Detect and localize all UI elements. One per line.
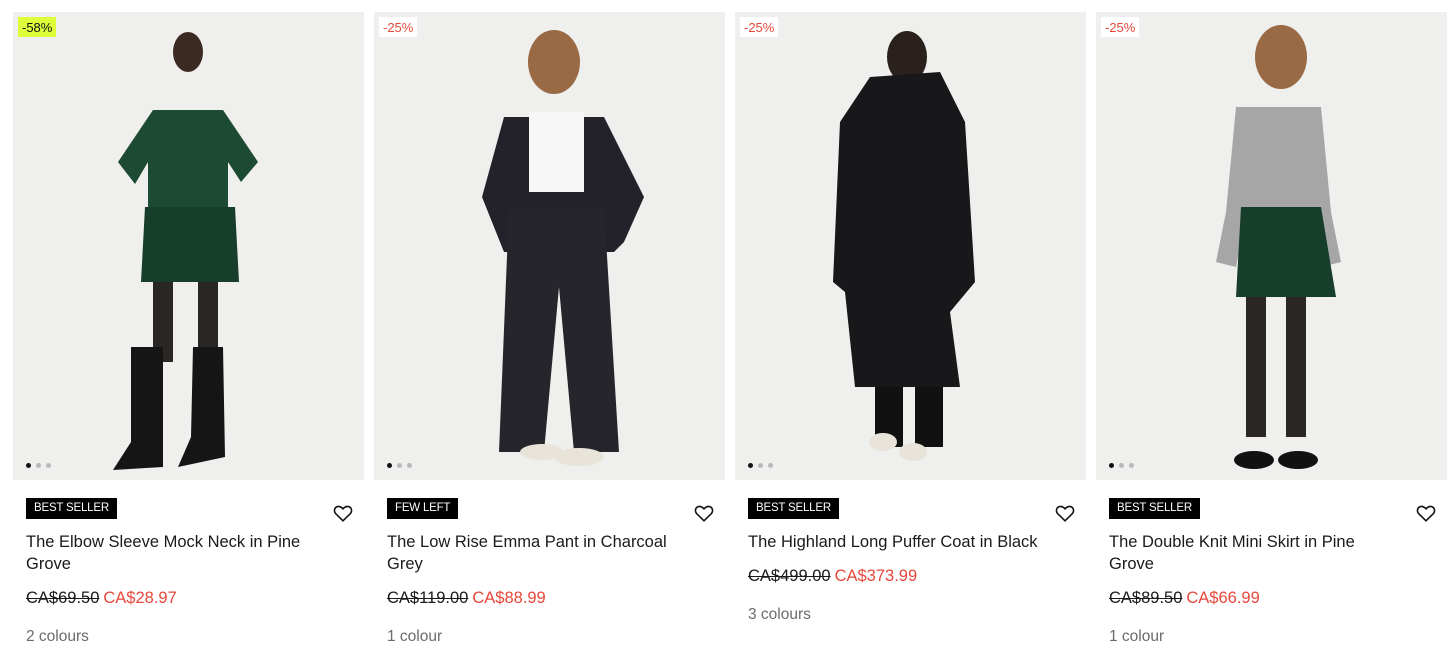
price-row: CA$89.50 CA$66.99	[1109, 588, 1447, 608]
sale-price: CA$66.99	[1186, 589, 1260, 607]
sale-price: CA$28.97	[103, 589, 177, 607]
colour-count[interactable]: 1 colour	[1109, 628, 1447, 646]
carousel-dot[interactable]	[1129, 463, 1134, 468]
product-card: -58% BEST SELLER The Elbow Sleeve Mock N…	[13, 12, 364, 646]
original-price: CA$69.50	[26, 589, 100, 607]
product-title[interactable]: The Highland Long Puffer Coat in Black	[748, 531, 1038, 553]
model-photo	[735, 12, 1086, 480]
product-image[interactable]: -58%	[13, 12, 364, 480]
status-badge: BEST SELLER	[1109, 498, 1200, 519]
product-title[interactable]: The Elbow Sleeve Mock Neck in Pine Grove	[26, 531, 316, 575]
price-row: CA$69.50 CA$28.97	[26, 588, 364, 608]
product-info: BEST SELLER The Elbow Sleeve Mock Neck i…	[13, 480, 364, 646]
model-photo	[13, 12, 364, 480]
carousel-dot[interactable]	[758, 463, 763, 468]
carousel-dot[interactable]	[1109, 463, 1114, 468]
product-grid: -58% BEST SELLER The Elbow Sleeve Mock N…	[0, 0, 1452, 654]
status-badge: FEW LEFT	[387, 498, 459, 519]
product-card: -25% BEST SELLER The Double Knit Mini Sk…	[1096, 12, 1447, 646]
carousel-dot[interactable]	[407, 463, 412, 468]
carousel-dots[interactable]	[748, 463, 773, 468]
discount-tag: -25%	[379, 17, 418, 37]
model-photo	[1096, 12, 1447, 480]
status-badge: BEST SELLER	[26, 498, 117, 519]
product-title[interactable]: The Double Knit Mini Skirt in Pine Grove	[1109, 531, 1399, 575]
carousel-dot[interactable]	[387, 463, 392, 468]
carousel-dot[interactable]	[768, 463, 773, 468]
discount-tag: -25%	[740, 17, 779, 37]
product-image[interactable]: -25%	[374, 12, 725, 480]
carousel-dot[interactable]	[1119, 463, 1124, 468]
carousel-dot[interactable]	[26, 463, 31, 468]
product-card: -25% BEST SELLER The Highland Long Puffe…	[735, 12, 1086, 624]
carousel-dot[interactable]	[748, 463, 753, 468]
product-info: BEST SELLER The Highland Long Puffer Coa…	[735, 480, 1086, 624]
product-image[interactable]: -25%	[1096, 12, 1447, 480]
original-price: CA$89.50	[1109, 589, 1183, 607]
discount-tag: -58%	[18, 17, 57, 37]
original-price: CA$119.00	[387, 589, 469, 607]
heart-outline-icon[interactable]	[693, 502, 715, 524]
colour-count[interactable]: 1 colour	[387, 628, 725, 646]
heart-outline-icon[interactable]	[1415, 502, 1437, 524]
colour-count[interactable]: 2 colours	[26, 628, 364, 646]
carousel-dot[interactable]	[36, 463, 41, 468]
price-row: CA$119.00 CA$88.99	[387, 588, 725, 608]
status-badge: BEST SELLER	[748, 498, 839, 519]
product-image[interactable]: -25%	[735, 12, 1086, 480]
sale-price: CA$88.99	[472, 589, 546, 607]
product-info: FEW LEFT The Low Rise Emma Pant in Charc…	[374, 480, 725, 646]
sale-price: CA$373.99	[834, 567, 918, 585]
carousel-dots[interactable]	[387, 463, 412, 468]
product-info: BEST SELLER The Double Knit Mini Skirt i…	[1096, 480, 1447, 646]
carousel-dot[interactable]	[46, 463, 51, 468]
carousel-dots[interactable]	[1109, 463, 1134, 468]
discount-tag: -25%	[1101, 17, 1140, 37]
model-photo	[374, 12, 725, 480]
product-card: -25% FEW LEFT The Low Rise Emma Pant in …	[374, 12, 725, 646]
heart-outline-icon[interactable]	[332, 502, 354, 524]
product-title[interactable]: The Low Rise Emma Pant in Charcoal Grey	[387, 531, 677, 575]
heart-outline-icon[interactable]	[1054, 502, 1076, 524]
original-price: CA$499.00	[748, 567, 831, 585]
colour-count[interactable]: 3 colours	[748, 606, 1086, 624]
carousel-dot[interactable]	[397, 463, 402, 468]
price-row: CA$499.00 CA$373.99	[748, 566, 1086, 586]
carousel-dots[interactable]	[26, 463, 51, 468]
